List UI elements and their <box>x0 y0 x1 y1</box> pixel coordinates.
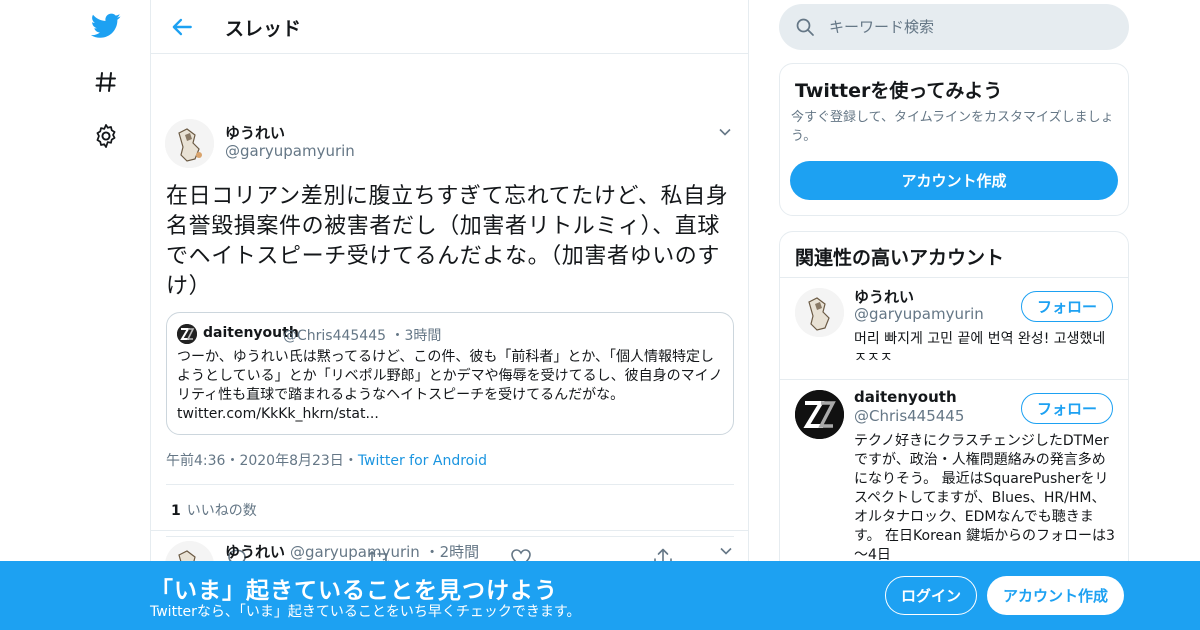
account-bio: 머리 빠지게 고민 끝에 번역 완성! 고생했네 ㅈㅈㅈ <box>854 331 1106 366</box>
login-button[interactable]: ログイン <box>885 576 977 615</box>
tweet-meta: 午前4:36・2020年8月23日・Twitter for Android <box>166 453 488 469</box>
banner-signup-button[interactable]: アカウント作成 <box>987 576 1124 615</box>
quoted-tweet[interactable]: daitenyouth @Chris445445 ・3時間 つーか、ゆうれい氏は… <box>166 312 734 435</box>
search-input[interactable] <box>829 4 1119 50</box>
related-accounts-title: 関連性の高いアカウント <box>795 247 1005 269</box>
divider <box>166 484 734 485</box>
reply-author-meta: @garyupamyurin ・2時間 <box>290 543 480 561</box>
signup-card-title: Twitterを使ってみよう <box>795 80 1003 102</box>
quoted-author-meta: @Chris445445 ・3時間 <box>283 328 442 344</box>
account-item[interactable]: ゆうれい @garyupamyurin フォロー 머리 빠지게 고민 끝에 번역… <box>780 278 1128 380</box>
author-name[interactable]: ゆうれい <box>225 122 285 143</box>
search-bar <box>779 4 1129 50</box>
quoted-link[interactable]: twitter.com/KkKk_hkrn/stat... <box>177 406 379 422</box>
author-handle[interactable]: @garyupamyurin <box>225 142 355 160</box>
avatar[interactable] <box>795 390 844 439</box>
account-name[interactable]: ゆうれい <box>854 286 914 307</box>
banner-subtitle: Twitterなら、「いま」起きていることをいち早くチェックできます。 <box>150 604 581 620</box>
follow-button[interactable]: フォロー <box>1021 291 1113 322</box>
quoted-text: つーか、ゆうれい氏は黙ってるけど、この件、彼も「前科者」とか、「個人情報特定しよ… <box>177 349 723 422</box>
avatar[interactable] <box>165 119 214 168</box>
tweet-source[interactable]: Twitter for Android <box>358 453 487 469</box>
follow-button[interactable]: フォロー <box>1021 393 1113 424</box>
reply-author-name[interactable]: ゆうれい <box>225 541 285 562</box>
banner-title: 「いま」起きていることを見つけよう <box>150 578 558 604</box>
account-handle[interactable]: @Chris445445 <box>854 407 964 425</box>
account-bio: テクノ好きにクラスチェンジしたDTMerですが、政治・人権問題絡みの発言多めにな… <box>854 433 1115 563</box>
tweet-time[interactable]: 午前4:36 <box>166 453 225 469</box>
likes-count[interactable]: 1 いいねの数 <box>171 500 257 520</box>
related-accounts-header: 関連性の高いアカウント <box>780 232 1128 278</box>
tweet-date[interactable]: 2020年8月23日 <box>239 453 343 469</box>
back-arrow-icon[interactable] <box>169 14 195 40</box>
tweet-text: 在日コリアン差別に腹立ちすぎて忘れてたけど、私自身名誉毀損案件の被害者だし（加害… <box>166 184 729 299</box>
signup-card-subtitle: 今すぐ登録して、タイムラインをカスタマイズしましょう。 <box>791 110 1114 144</box>
account-name[interactable]: daitenyouth <box>854 388 957 406</box>
main-column: スレッド ゆうれい @garyupamyurin 在日コリアン差別に腹立ちすぎて… <box>150 0 749 630</box>
avatar[interactable] <box>795 288 844 337</box>
page-title: スレッド <box>225 18 302 40</box>
avatar <box>177 324 197 344</box>
thread-header: スレッド <box>151 0 748 54</box>
account-handle[interactable]: @garyupamyurin <box>854 305 984 323</box>
signup-banner: 「いま」起きていることを見つけよう Twitterなら、「いま」起きていることを… <box>0 561 1200 630</box>
twitter-bird-icon[interactable] <box>90 10 122 42</box>
create-account-button[interactable]: アカウント作成 <box>790 161 1118 200</box>
chevron-down-icon[interactable] <box>719 543 733 557</box>
signup-card: Twitterを使ってみよう 今すぐ登録して、タイムラインをカスタマイズしましょ… <box>779 63 1129 216</box>
hashtag-icon[interactable] <box>90 66 122 98</box>
chevron-down-icon[interactable] <box>718 124 732 138</box>
search-icon <box>795 17 815 37</box>
gear-icon[interactable] <box>90 120 122 152</box>
